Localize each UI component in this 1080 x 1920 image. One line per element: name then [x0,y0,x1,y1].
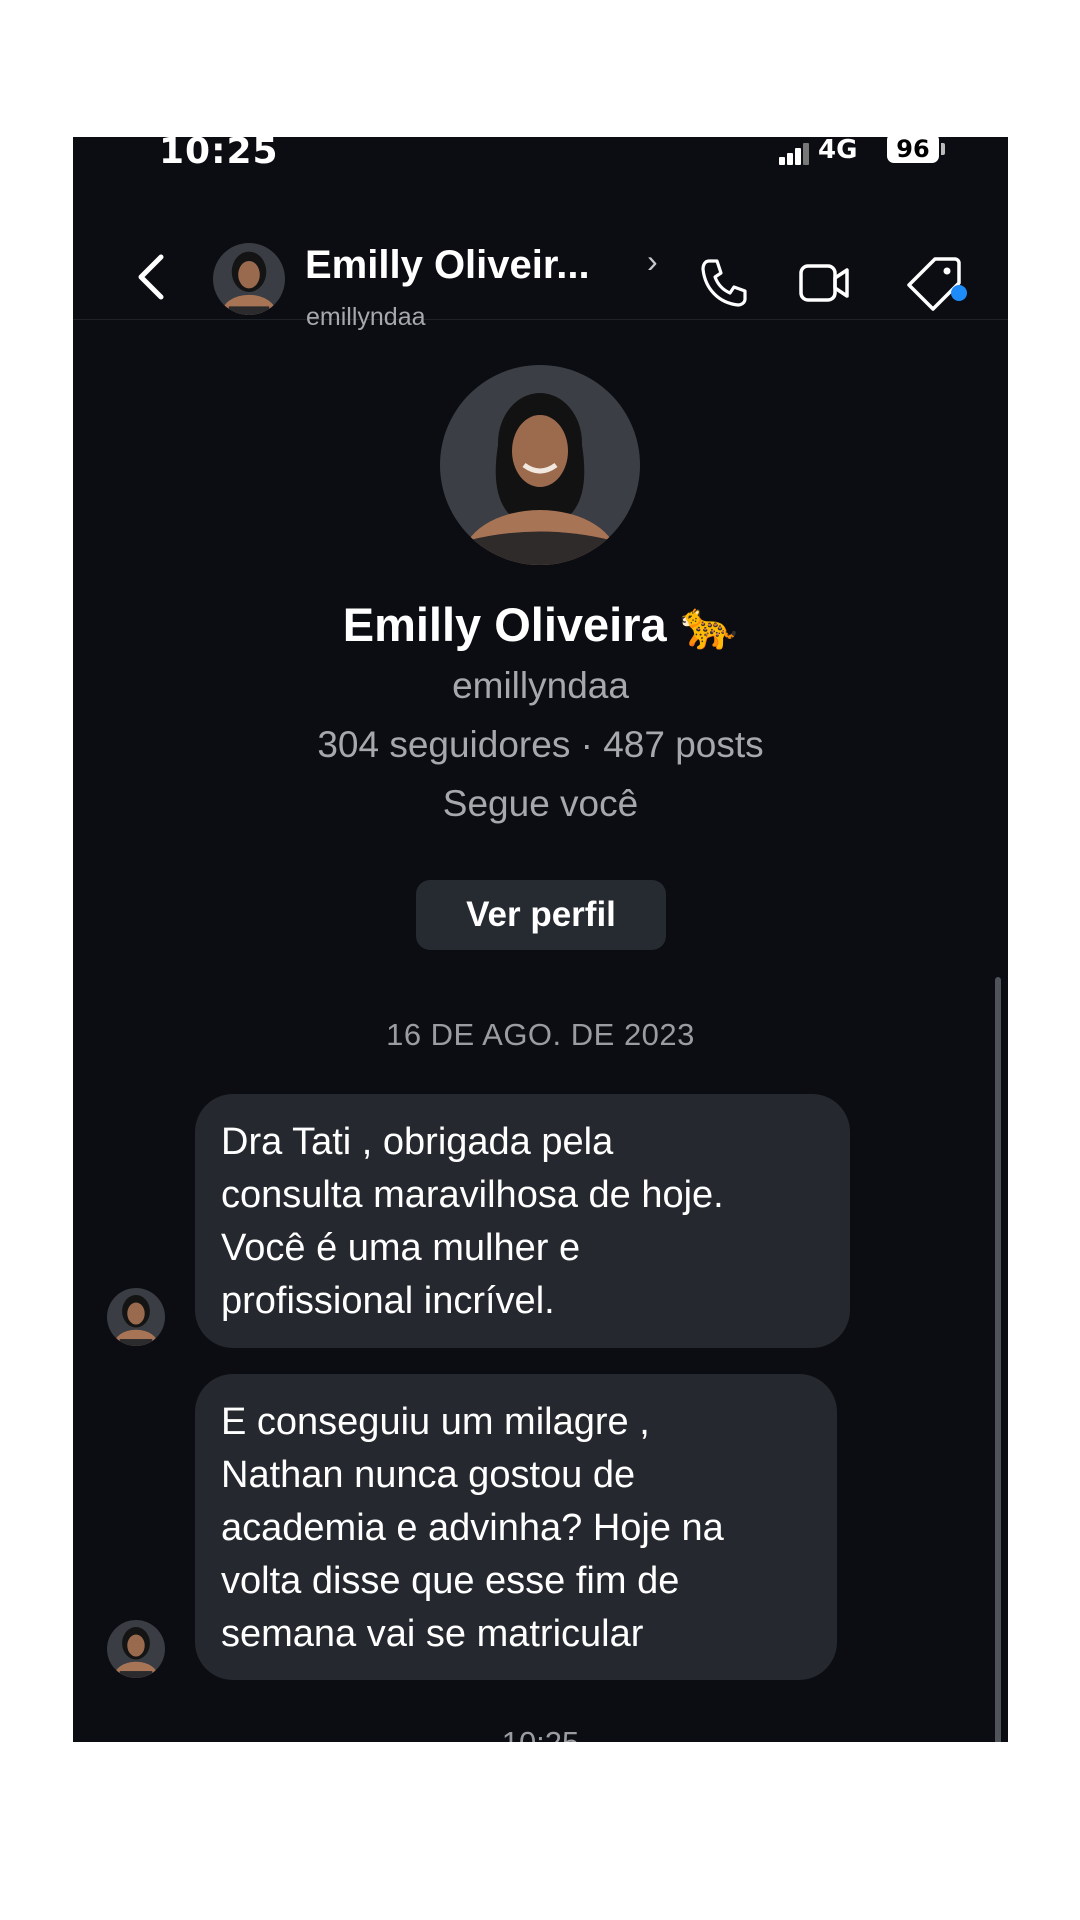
battery-icon: 96 [887,137,939,163]
time-separator: 10:25 [73,1725,1008,1742]
video-camera-icon[interactable] [795,253,855,313]
signal-icon [779,143,811,165]
profile-name-text: Emilly Oliveira [342,598,667,651]
message-bubble[interactable]: Dra Tati , obrigada pela consulta maravi… [195,1094,850,1348]
follows-you-label: Segue você [442,783,639,824]
chat-screen: 10:25 4G 96 Emilly Oliveir... › emillynd… [73,137,1008,1742]
header-name[interactable]: Emilly Oliveir... [305,243,590,288]
header-avatar[interactable] [213,243,285,315]
back-icon[interactable] [133,251,169,303]
sender-avatar[interactable] [107,1288,165,1346]
network-type: 4G [818,137,858,165]
sender-avatar[interactable] [107,1620,165,1678]
message-bubble[interactable]: E conseguiu um milagre , Nathan nunca go… [195,1374,837,1680]
status-time: 10:25 [159,137,279,172]
leopard-emoji: 🐆 [679,598,739,651]
profile-name: Emilly Oliveira 🐆 [73,597,1008,653]
scrollbar[interactable] [995,977,1001,1742]
date-separator: 16 DE AGO. DE 2023 [386,1017,695,1052]
chevron-right-icon[interactable]: › [647,243,658,280]
header-username[interactable]: emillyndaa [306,303,426,332]
profile-avatar[interactable] [440,365,640,565]
notification-dot [951,285,967,301]
phone-icon[interactable] [693,253,753,313]
status-bar: 10:25 4G 96 [73,137,1008,172]
profile-stats: 304 seguidores · 487 posts [317,724,764,765]
profile-username: emillyndaa [452,665,629,706]
view-profile-button[interactable]: Ver perfil [416,880,666,950]
chat-header: Emilly Oliveir... › emillyndaa [73,203,1008,331]
tag-icon[interactable] [905,253,965,313]
battery-tip [941,143,945,155]
